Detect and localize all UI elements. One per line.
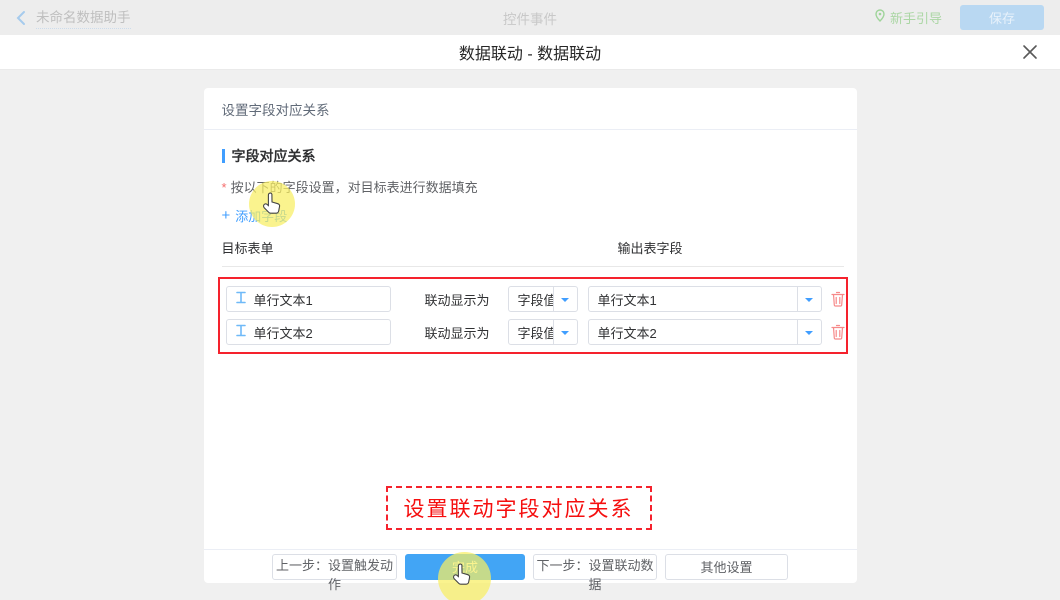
other-settings-button[interactable]: 其他设置	[665, 554, 788, 580]
settings-panel: 设置字段对应关系 字段对应关系 * 按以下的字段设置，对目标表进行数据填充 + 添…	[204, 88, 857, 583]
target-field-input[interactable]: 单行文本2	[226, 319, 391, 345]
panel-footer: 上一步：设置触发动作 完成 下一步：设置联动数据 其他设置	[204, 549, 857, 583]
done-button[interactable]: 完成	[405, 554, 525, 580]
column-output-label: 输出表字段	[618, 238, 683, 257]
section-title-label: 字段对应关系	[232, 146, 316, 166]
target-field-value: 单行文本1	[254, 290, 313, 309]
beginner-guide-link[interactable]: 新手引导	[874, 8, 942, 27]
back-chevron-icon[interactable]	[16, 10, 26, 26]
chevron-down-icon	[797, 287, 821, 311]
value-type-value: 字段值	[509, 290, 553, 309]
field-rows-group: 单行文本1 联动显示为 字段值 单行文本1 单行文本2 联动显示为 字段值 单行…	[218, 277, 848, 354]
relation-label: 联动显示为	[425, 290, 490, 309]
hint-text: * 按以下的字段设置，对目标表进行数据填充	[222, 177, 844, 196]
document-title[interactable]: 未命名数据助手	[36, 6, 131, 29]
target-field-input[interactable]: 单行文本1	[226, 286, 391, 312]
output-field-select[interactable]: 单行文本2	[588, 319, 822, 345]
map-pin-icon	[874, 9, 886, 26]
annotation-text: 设置联动字段对应关系	[404, 493, 634, 523]
text-field-icon	[235, 291, 247, 307]
relation-label: 联动显示为	[425, 323, 490, 342]
plus-icon: +	[222, 207, 231, 224]
delete-row-icon[interactable]	[831, 324, 845, 340]
close-icon[interactable]	[1022, 44, 1038, 60]
modal-title: 数据联动 - 数据联动	[459, 40, 601, 64]
section-accent-bar	[222, 149, 225, 163]
beginner-guide-label: 新手引导	[890, 8, 942, 27]
hint-label: 按以下的字段设置，对目标表进行数据填充	[231, 180, 478, 195]
chevron-down-icon	[553, 287, 577, 311]
chevron-down-icon	[553, 320, 577, 344]
value-type-value: 字段值	[509, 323, 553, 342]
top-bar: 未命名数据助手 控件事件 新手引导 保存	[0, 0, 1060, 35]
modal-header: 数据联动 - 数据联动	[0, 35, 1060, 70]
panel-header: 设置字段对应关系	[204, 88, 857, 130]
required-asterisk: *	[222, 180, 227, 195]
value-type-select[interactable]: 字段值	[508, 319, 578, 345]
field-mapping-row: 单行文本1 联动显示为 字段值 单行文本1	[226, 286, 846, 312]
add-field-label: 添加字段	[235, 206, 287, 225]
add-field-link[interactable]: + 添加字段	[222, 206, 288, 225]
column-target-label: 目标表单	[222, 241, 274, 256]
save-button[interactable]: 保存	[960, 5, 1044, 30]
output-field-value: 单行文本1	[589, 290, 797, 309]
field-mapping-row: 单行文本2 联动显示为 字段值 单行文本2	[226, 319, 846, 345]
chevron-down-icon	[797, 320, 821, 344]
delete-row-icon[interactable]	[831, 291, 845, 307]
output-field-select[interactable]: 单行文本1	[588, 286, 822, 312]
column-header-row: 目标表单 输出表字段	[222, 238, 844, 267]
text-field-icon	[235, 324, 247, 340]
modal-body: 设置字段对应关系 字段对应关系 * 按以下的字段设置，对目标表进行数据填充 + 添…	[0, 70, 1060, 600]
section-title: 字段对应关系	[222, 146, 844, 166]
next-step-button[interactable]: 下一步：设置联动数据	[533, 554, 657, 580]
value-type-select[interactable]: 字段值	[508, 286, 578, 312]
target-field-value: 单行文本2	[254, 323, 313, 342]
screen: 未命名数据助手 控件事件 新手引导 保存 数据联动 - 数据联动 设置字段对应关…	[0, 0, 1060, 600]
annotation-callout: 设置联动字段对应关系	[386, 486, 652, 530]
output-field-value: 单行文本2	[589, 323, 797, 342]
prev-step-button[interactable]: 上一步：设置触发动作	[272, 554, 397, 580]
